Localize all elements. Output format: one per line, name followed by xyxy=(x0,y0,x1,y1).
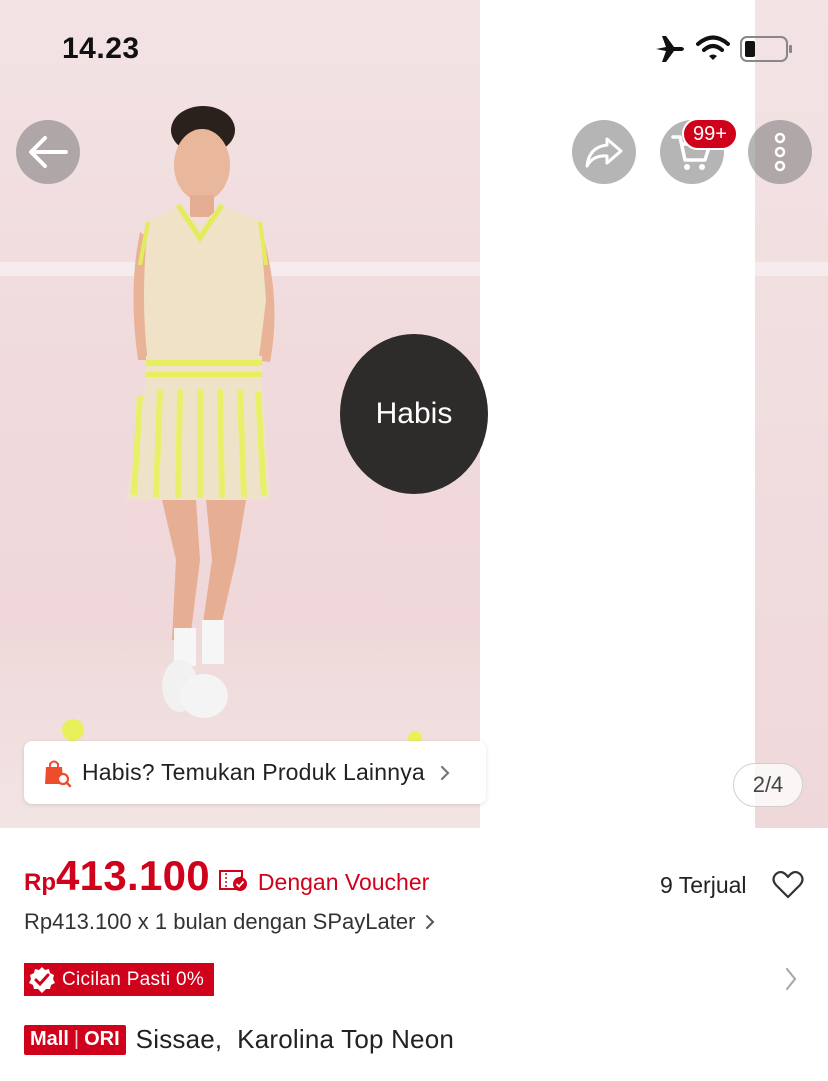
voucher-label[interactable]: Dengan Voucher xyxy=(258,869,429,896)
airplane-icon xyxy=(656,36,684,62)
installment-badge[interactable]: Cicilan Pasti 0% xyxy=(24,963,215,996)
share-button[interactable] xyxy=(572,120,636,184)
more-vertical-icon xyxy=(774,132,786,172)
ori-label: ORI xyxy=(84,1028,120,1050)
battery-icon xyxy=(740,36,792,62)
product-title: Sissae, Karolina Top Neon xyxy=(135,1024,455,1054)
price-currency: Rp xyxy=(24,869,56,896)
product-image-gallery[interactable]: 14.23 99+ Habis Habis? Temukan Produk La… xyxy=(0,0,828,828)
share-icon xyxy=(585,137,623,168)
chevron-right-icon xyxy=(426,915,435,929)
soldout-indicator: Habis xyxy=(340,334,488,494)
mall-label: Mall xyxy=(30,1028,69,1050)
heart-icon[interactable] xyxy=(772,870,804,900)
more-options-button[interactable] xyxy=(748,120,812,184)
arrow-left-icon xyxy=(29,136,68,168)
sold-count: 9 Terjual xyxy=(660,872,747,898)
price-row: Rp 413.100 Dengan Voucher xyxy=(24,852,429,900)
voucher-check-icon xyxy=(218,870,247,891)
badge-divider: | xyxy=(73,1028,80,1050)
find-other-products-label: Habis? Temukan Produk Lainnya xyxy=(82,759,425,785)
installment-label: Cicilan Pasti 0% xyxy=(62,968,205,990)
shopping-bag-search-icon xyxy=(45,760,72,787)
find-other-products-button[interactable]: Habis? Temukan Produk Lainnya xyxy=(24,741,486,804)
verified-check-icon xyxy=(29,966,55,993)
paylater-link[interactable]: Rp413.100 x 1 bulan dengan SPayLater xyxy=(24,909,435,935)
wall-stripe xyxy=(755,262,828,276)
product-screen: 14.23 99+ Habis Habis? Temukan Produk La… xyxy=(0,0,828,1081)
chevron-right-icon[interactable] xyxy=(784,966,798,992)
price-amount: 413.100 xyxy=(56,852,210,899)
mall-ori-badge: Mall | ORI xyxy=(24,1024,126,1055)
wifi-icon xyxy=(696,35,730,60)
status-time: 14.23 xyxy=(62,32,140,65)
image-counter: 2/4 xyxy=(733,763,803,807)
paylater-label: Rp413.100 x 1 bulan dengan SPayLater xyxy=(24,909,416,934)
product-title-row: Mall | ORI Sissae, Karolina Top Neon xyxy=(24,1024,454,1055)
back-button[interactable] xyxy=(16,120,80,184)
chevron-right-icon xyxy=(440,765,450,780)
cart-count-badge: 99+ xyxy=(682,118,738,150)
